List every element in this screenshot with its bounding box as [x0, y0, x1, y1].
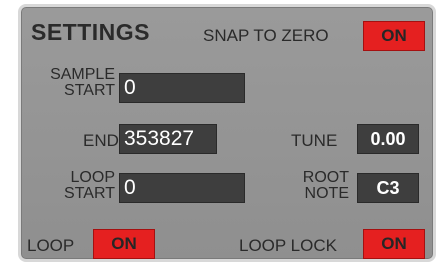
end-field[interactable]: 353827 — [119, 124, 217, 154]
sample-start-label-line1: SAMPLE — [50, 66, 115, 83]
loop-start-label-line1: LOOP — [70, 169, 115, 186]
loop-start-label-line2: START — [64, 185, 115, 202]
tune-field[interactable]: 0.00 — [357, 124, 419, 154]
root-note-field[interactable]: C3 — [357, 173, 419, 203]
root-note-label-line1: ROOT — [302, 169, 349, 186]
end-label: END — [83, 131, 119, 150]
loop-lock-label: LOOP LOCK — [239, 236, 337, 255]
sample-start-field[interactable]: 0 — [119, 73, 245, 103]
root-note-label-line2: NOTE — [304, 185, 349, 202]
tune-label: TUNE — [291, 131, 338, 150]
loop-start-field[interactable]: 0 — [119, 173, 245, 203]
loop-start-label: LOOP START — [31, 170, 115, 202]
snap-to-zero-toggle[interactable]: ON — [363, 21, 425, 51]
snap-to-zero-label: SNAP TO ZERO — [203, 26, 329, 45]
settings-panel: SETTINGS SNAP TO ZERO ON SAMPLE START 0 … — [18, 4, 436, 262]
loop-label: LOOP — [27, 236, 75, 255]
loop-toggle[interactable]: ON — [93, 229, 155, 259]
root-note-label: ROOT NOTE — [265, 170, 349, 202]
sample-start-label: SAMPLE START — [31, 67, 115, 99]
sample-start-label-line2: START — [64, 82, 115, 99]
loop-lock-toggle[interactable]: ON — [363, 229, 425, 259]
panel-title: SETTINGS — [31, 19, 151, 45]
